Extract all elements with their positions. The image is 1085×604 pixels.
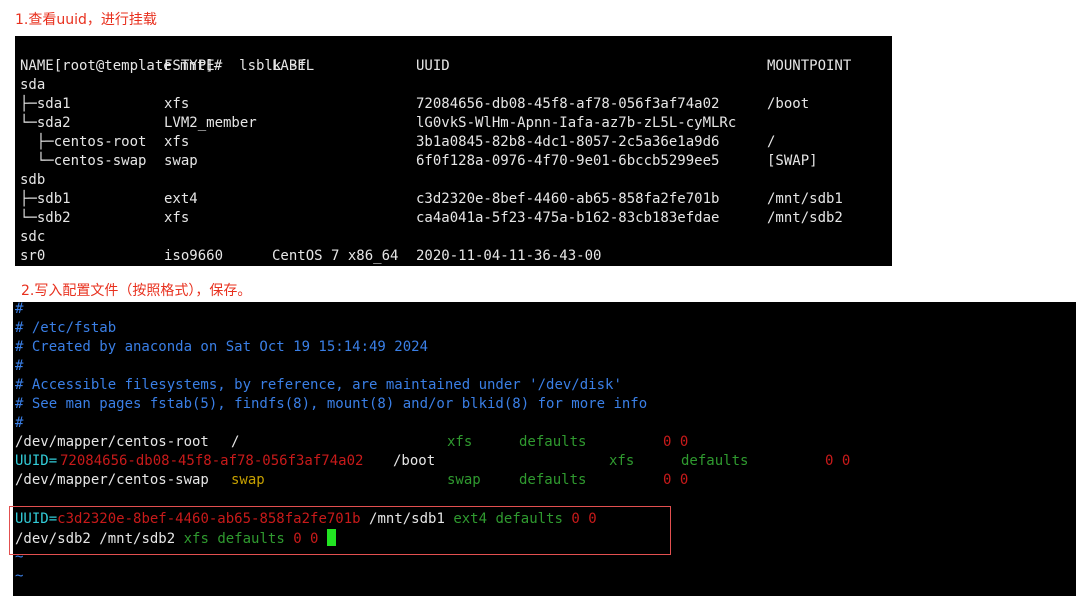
entry-mount: /	[231, 434, 240, 450]
fstab-comment-line: #	[15, 302, 24, 317]
entry-device: /dev/mapper/centos-swap	[15, 472, 209, 488]
lsblk-cell-name: └─centos-swap	[20, 153, 147, 169]
lsblk-row: ├─sdb1 ext4 c3d2320e-8bef-4460-ab65-858fa2…	[15, 190, 892, 209]
lsblk-row: sdb	[15, 171, 892, 190]
col-uuid: UUID	[416, 58, 450, 74]
lsblk-cell-uuid: 2020-11-04-11-36-43-00	[416, 248, 602, 264]
lsblk-cell-mountpoint: /	[767, 134, 776, 150]
lsblk-cell-name: └─sda2	[20, 115, 71, 131]
lsblk-cell-label: CentOS 7 x86_64	[272, 248, 399, 264]
fstab-comment-line: # See man pages fstab(5), findfs(8), mou…	[15, 396, 648, 412]
fstab-comment-line: #	[15, 358, 24, 374]
fstab-entry-swap: /dev/mapper/centos-swap swap swap defaul…	[13, 471, 1076, 490]
lsblk-cell-name: ├─centos-root	[20, 134, 147, 150]
lsblk-row: └─sda2 LVM2_member lG0vkS-WlHm-Apnn-Iafa-a…	[15, 114, 892, 133]
entry-options: defaults	[681, 453, 749, 469]
lsblk-cell-name: sdc	[20, 229, 46, 245]
lsblk-cell-mountpoint: [SWAP]	[767, 153, 818, 169]
fstab-comment-line: # Accessible filesystems, by reference, …	[15, 377, 622, 393]
entry-device: /dev/mapper/centos-root	[15, 434, 209, 450]
entry-mount: swap	[231, 472, 265, 488]
uuid-value: 72084656-db08-45f8-af78-056f3af74a02	[60, 453, 364, 469]
lsblk-cell-name: sdb	[20, 172, 46, 188]
fstab-comment-line: # Created by anaconda on Sat Oct 19 15:1…	[15, 339, 429, 355]
col-name: NAME	[20, 58, 54, 74]
lsblk-cell-name: ├─sdb1	[20, 191, 71, 207]
col-mountpoint: MOUNTPOINT	[767, 58, 852, 74]
lsblk-cell-name: sda	[20, 77, 46, 93]
lsblk-cell-uuid: c3d2320e-8bef-4460-ab65-858fa2fe701b	[416, 191, 720, 207]
lsblk-row: sr0 iso9660 CentOS 7 x86_64 2020-11-04-11-3…	[15, 247, 892, 266]
entry-type: xfs	[609, 453, 635, 469]
command-prompt: [root@template mnt]# lsblk -f	[20, 38, 307, 74]
lsblk-row: ├─sda1 xfs 72084656-db08-45f8-af78-056f3af…	[15, 95, 892, 114]
fstab-comment-line: # /etc/fstab	[15, 320, 117, 336]
fstab-entry-root: /dev/mapper/centos-root / xfs defaults 0…	[13, 433, 1076, 452]
lsblk-cell-fstype: xfs	[164, 96, 190, 112]
lsblk-cell-uuid: 6f0f128a-0976-4f70-9e01-6bccb5299ee5	[416, 153, 720, 169]
lsblk-cell-fstype: iso9660	[164, 248, 224, 264]
lsblk-cell-name: └─sdb2	[20, 210, 71, 226]
empty-line-tilde: ~	[15, 568, 24, 584]
col-fstype: FSTYPE	[164, 58, 215, 74]
lsblk-row: sdc	[15, 228, 892, 247]
lsblk-cell-name: ├─sda1	[20, 96, 71, 112]
lsblk-terminal[interactable]: [root@template mnt]# lsblk -f NAME FSTYP…	[15, 36, 892, 266]
lsblk-row: └─centos-swap swap 6f0f128a-0976-4f70-9e01…	[15, 152, 892, 171]
entry-options: defaults	[519, 472, 587, 488]
step2-caption: 2.写入配置文件（按照格式），保存。	[21, 283, 252, 299]
lsblk-row: ├─centos-root xfs 3b1a0845-82b8-4dc1-8057-…	[15, 133, 892, 152]
lsblk-cell-uuid: 72084656-db08-45f8-af78-056f3af74a02	[416, 96, 720, 112]
step1-caption: 1.查看uuid，进行挂载	[15, 12, 157, 28]
lsblk-cell-fstype: xfs	[164, 210, 190, 226]
new-entries-highlight-box	[9, 506, 671, 555]
fstab-entry-boot: UUID= 72084656-db08-45f8-af78-056f3af74a…	[13, 452, 1076, 471]
entry-options: defaults	[519, 434, 587, 450]
lsblk-cell-name: sr0	[20, 248, 46, 264]
entry-type: swap	[447, 472, 481, 488]
lsblk-cell-mountpoint: /mnt/sdb1	[767, 191, 843, 207]
lsblk-cell-mountpoint: /mnt/sdb2	[767, 210, 843, 226]
lsblk-row: └─sdb2 xfs ca4a041a-5f23-475a-b162-83cb183…	[15, 209, 892, 228]
lsblk-cell-uuid: 3b1a0845-82b8-4dc1-8057-2c5a36e1a9d6	[416, 134, 720, 150]
entry-type: xfs	[447, 434, 473, 450]
lsblk-cell-uuid: lG0vkS-WlHm-Apnn-Iafa-az7b-zL5L-cyMLRc	[416, 115, 737, 131]
entry-dump-pass: 0 0	[663, 472, 689, 488]
lsblk-cell-fstype: ext4	[164, 191, 198, 207]
lsblk-cell-fstype: xfs	[164, 134, 190, 150]
lsblk-cell-fstype: LVM2_member	[164, 115, 257, 131]
lsblk-cell-uuid: ca4a041a-5f23-475a-b162-83cb183efdae	[416, 210, 720, 226]
lsblk-cell-fstype: swap	[164, 153, 198, 169]
uuid-key: UUID=	[15, 453, 58, 469]
col-label: LABEL	[272, 58, 315, 74]
lsblk-header-row: NAME FSTYPE LABEL UUID MOUNTPOINT	[15, 57, 892, 76]
entry-dump-pass: 0 0	[825, 453, 851, 469]
entry-mount: /boot	[393, 453, 436, 469]
fstab-comment-line: #	[15, 415, 24, 431]
entry-dump-pass: 0 0	[663, 434, 689, 450]
lsblk-cell-mountpoint: /boot	[767, 96, 810, 112]
lsblk-row: sda	[15, 76, 892, 95]
